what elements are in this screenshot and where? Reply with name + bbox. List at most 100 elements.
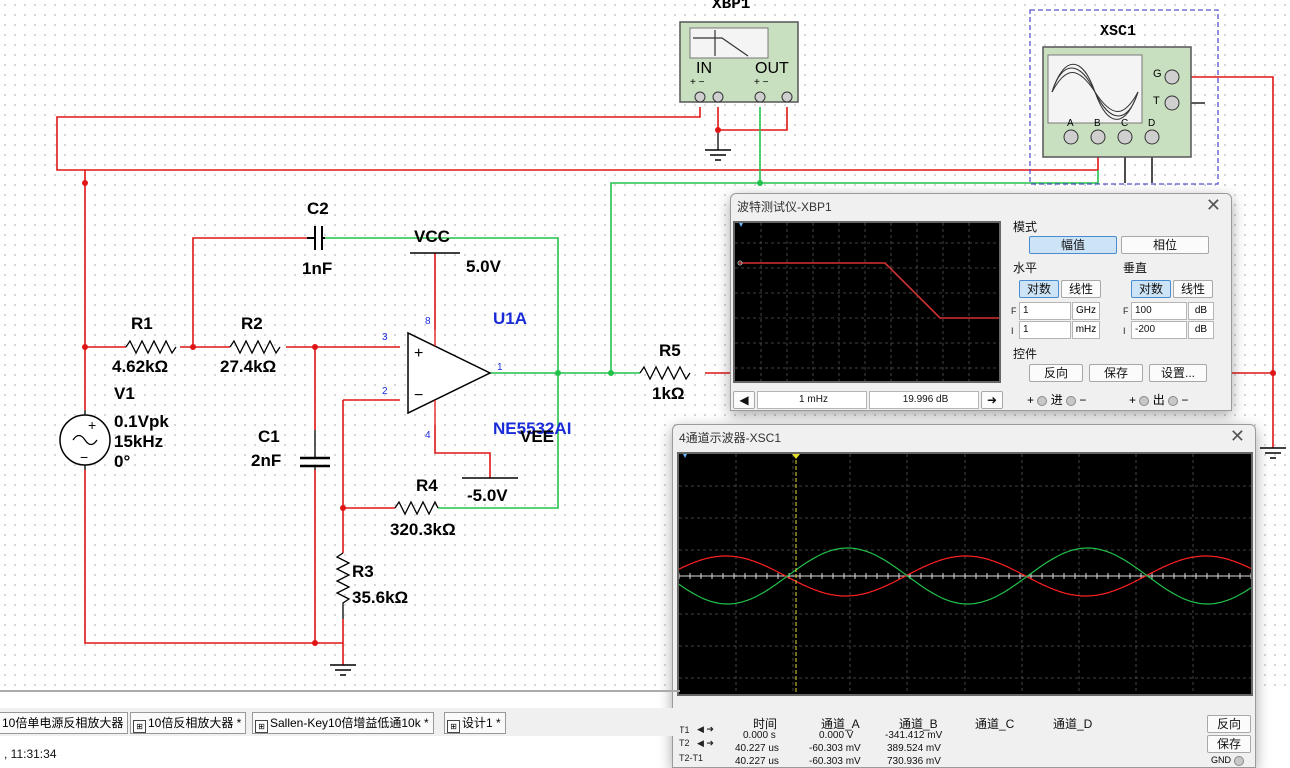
close-icon[interactable]: ✕ [1206, 195, 1221, 216]
r1-value: 4.62kΩ [112, 357, 169, 376]
reverse-button[interactable]: 反向 [1029, 364, 1083, 382]
out-minus-terminal-icon[interactable] [1168, 395, 1179, 406]
xbp1-label: XBP1 [712, 0, 751, 13]
schematic-icon: ⊞ [447, 720, 460, 733]
bode-title: 波特测试仪-XBP1 [737, 200, 832, 214]
r4-symbol [394, 500, 439, 516]
t2-channel-a: -60.303 mV [809, 743, 861, 754]
tab-sallen-key[interactable]: ⊞ Sallen-Key10倍增益低通10k * [252, 712, 434, 734]
xbp1-out-pins: + − [754, 77, 769, 88]
bode-cursor-right-button[interactable]: ➜ [981, 391, 1003, 409]
xsc1-channel-b: B [1094, 118, 1101, 129]
v-final-tag: F [1123, 306, 1129, 316]
gnd-terminal-icon[interactable] [1233, 755, 1244, 766]
design-tab-bar: 10倍单电源反相放大器 ⊞ 10倍反相放大器 * ⊞ Sallen-Key10倍增益… [0, 708, 680, 736]
r3-name: R3 [352, 562, 374, 581]
mode-label: 模式 [1013, 220, 1038, 234]
c2-symbol [307, 226, 325, 250]
magnitude-button[interactable]: 幅值 [1029, 236, 1117, 254]
in-plus-terminal-icon[interactable] [1037, 395, 1048, 406]
in-minus-terminal-icon[interactable] [1066, 395, 1077, 406]
t2-arrows[interactable]: ◀ ➜ [697, 738, 714, 749]
t1-arrows[interactable]: ◀ ➜ [697, 724, 714, 735]
tab-inverting-single-supply[interactable]: 10倍单电源反相放大器 [0, 712, 129, 734]
tab-label: 设计1 * [462, 716, 501, 730]
v-linear-button[interactable]: 线性 [1173, 280, 1213, 298]
v-log-button[interactable]: 对数 [1131, 280, 1171, 298]
xsc1-label: XSC1 [1100, 23, 1137, 40]
horizontal-label: 水平 [1013, 261, 1038, 275]
schematic-icon: ⊞ [255, 720, 268, 733]
close-icon[interactable]: ✕ [1230, 426, 1245, 447]
v-init-tag: I [1123, 326, 1126, 336]
phase-button[interactable]: 相位 [1121, 236, 1209, 254]
t1-channel-b: -341.412 mV [885, 730, 943, 741]
vcc-value: 5.0V [466, 257, 501, 276]
ground-symbol [1260, 447, 1286, 459]
scope-plot [678, 454, 1252, 694]
vcc-name: VCC [414, 227, 450, 246]
v-init-input[interactable]: -200 [1131, 321, 1187, 339]
scope-reverse-button[interactable]: 反向 [1207, 715, 1251, 733]
ground-symbol [330, 664, 356, 676]
h-init-unit[interactable]: mHz [1072, 321, 1100, 339]
oscilloscope-window[interactable]: 4通道示波器-XSC1 ✕ T1 T2 T2-T1 ◀ ➜ ◀ ➜ 时间 通道_… [672, 424, 1256, 768]
tab-design1[interactable]: ⊞ 设计1 * [444, 712, 506, 734]
r1-name: R1 [131, 314, 153, 333]
vertical-label: 垂直 [1123, 261, 1148, 275]
r2-name: R2 [241, 314, 263, 333]
svg-text:−: − [80, 449, 88, 465]
xbp1-in-label: IN [696, 60, 712, 77]
r2-symbol [229, 339, 281, 355]
v-final-unit[interactable]: dB [1188, 302, 1214, 320]
gnd-terminal[interactable]: GND [1211, 755, 1244, 766]
out-label: 出 [1152, 393, 1165, 407]
tab-label: Sallen-Key10倍增益低通10k * [270, 716, 429, 730]
v-init-unit[interactable]: dB [1188, 321, 1214, 339]
h-linear-button[interactable]: 线性 [1061, 280, 1101, 298]
u1a-name: U1A [493, 309, 528, 328]
save-button[interactable]: 保存 [1089, 364, 1143, 382]
wire [717, 107, 788, 131]
status-bar-text: , 11:31:34 [4, 747, 57, 761]
v1-amplitude: 0.1Vpk [114, 412, 169, 431]
r4-value: 320.3kΩ [390, 520, 456, 539]
h-final-tag: F [1011, 306, 1017, 316]
tab-label: 10倍单电源反相放大器 [2, 716, 124, 730]
t2-channel-b: 389.524 mV [887, 743, 941, 754]
h-log-button[interactable]: 对数 [1019, 280, 1059, 298]
settings-button[interactable]: 设置... [1149, 364, 1207, 382]
scope-save-button[interactable]: 保存 [1207, 735, 1251, 753]
svg-text:+: + [414, 345, 423, 362]
t2t1-time: 40.227 us [735, 756, 779, 767]
gnd-label: GND [1211, 755, 1231, 765]
row-t2-label: T2 [679, 738, 690, 748]
h-init-input[interactable]: 1 [1019, 321, 1071, 339]
v-final-input[interactable]: 100 [1131, 302, 1187, 320]
bode-plotter-window[interactable]: 波特测试仪-XBP1 ✕ ◀ 1 mHz 19.996 dB ➜ 模式 幅值 相… [730, 193, 1232, 411]
t1-time: 0.000 s [743, 730, 776, 741]
header-channel-d: 通道_D [1053, 717, 1093, 731]
h-final-input[interactable]: 1 [1019, 302, 1071, 320]
bode-readout-frequency: 1 mHz [757, 391, 867, 409]
vee-name: VEE [520, 427, 555, 446]
pin-2-label: 2 [382, 386, 388, 397]
r2-value: 27.4kΩ [220, 357, 277, 376]
scope-title: 4通道示波器-XSC1 [679, 431, 782, 445]
tab-inverting-amplifier[interactable]: ⊞ 10倍反相放大器 * [130, 712, 247, 734]
pin-8-label: 8 [425, 316, 431, 327]
r5-value: 1kΩ [652, 384, 685, 403]
in-minus-label: − [1079, 393, 1087, 407]
v1-phase: 0° [114, 452, 131, 471]
r3-symbol [335, 552, 351, 619]
r3-value: 35.6kΩ [352, 588, 409, 607]
out-plus-label: + [1129, 393, 1137, 407]
h-final-unit[interactable]: GHz [1072, 302, 1100, 320]
out-plus-terminal-icon[interactable] [1139, 395, 1150, 406]
bode-cursor-left-button[interactable]: ◀ [733, 391, 755, 409]
t2t1-channel-b: 730.936 mV [887, 756, 941, 767]
r1-symbol [125, 339, 177, 355]
scope-screen[interactable] [677, 452, 1253, 696]
bode-readout-db: 19.996 dB [869, 391, 979, 409]
bode-screen[interactable] [733, 221, 1001, 383]
